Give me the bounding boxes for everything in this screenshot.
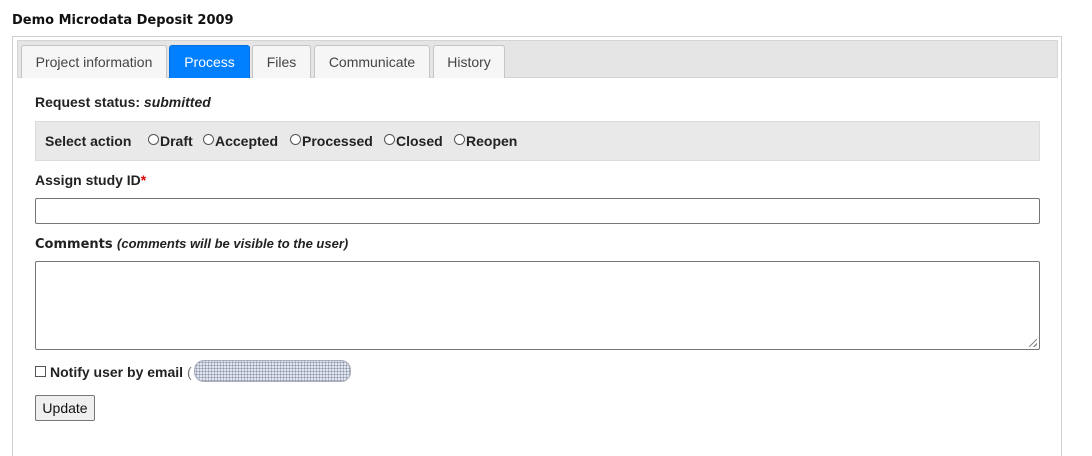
radio-button-icon[interactable] (384, 134, 395, 145)
radio-label: Accepted (215, 133, 279, 149)
study-id-input[interactable] (35, 198, 1040, 224)
update-button[interactable]: Update (35, 395, 95, 421)
select-action-label: Select action (45, 133, 132, 149)
tab-project-information[interactable]: Project information (21, 45, 167, 78)
radio-button-icon[interactable] (203, 134, 214, 145)
radio-label: Draft (160, 133, 193, 149)
process-panel: Project information Process Files Commun… (12, 36, 1062, 456)
radio-draft[interactable]: Draft (148, 133, 193, 149)
radio-button-icon[interactable] (290, 134, 301, 145)
radio-closed[interactable]: Closed (384, 133, 443, 149)
tab-history[interactable]: History (433, 45, 505, 78)
page-title: Demo Microdata Deposit 2009 (12, 13, 234, 28)
comments-note: (comments will be visible to the user) (117, 236, 349, 251)
assign-study-id-label: Assign study ID* (35, 172, 146, 188)
tab-files[interactable]: Files (252, 45, 311, 78)
tab-process[interactable]: Process (169, 45, 250, 78)
notify-label: Notify user by email (50, 364, 184, 380)
tab-bar: Project information Process Files Commun… (17, 40, 1058, 78)
radio-label: Closed (396, 133, 443, 149)
request-status-value: submitted (143, 94, 211, 110)
required-marker: * (140, 172, 147, 188)
notify-user-row: Notify user by email ( (35, 360, 351, 382)
radio-button-icon[interactable] (454, 134, 465, 145)
assign-study-id-text: Assign study ID (35, 172, 141, 188)
notify-open-paren: ( (186, 364, 192, 380)
radio-reopen[interactable]: Reopen (454, 133, 517, 149)
request-status: Request status: submitted (35, 94, 211, 110)
resize-handle-icon[interactable] (1029, 339, 1037, 347)
comments-label: Comments (comments will be visible to th… (35, 235, 348, 253)
comments-textarea[interactable] (35, 261, 1040, 350)
select-action-bar: Select action Draft Accepted Processed C… (35, 121, 1040, 161)
tab-communicate[interactable]: Communicate (314, 45, 430, 78)
comments-title: Comments (35, 237, 113, 252)
request-status-label: Request status: (35, 94, 141, 110)
radio-processed[interactable]: Processed (290, 133, 373, 149)
radio-label: Processed (302, 133, 373, 149)
notify-checkbox[interactable] (35, 366, 46, 377)
radio-accepted[interactable]: Accepted (203, 133, 278, 149)
radio-button-icon[interactable] (148, 134, 159, 145)
redacted-email (193, 360, 351, 382)
radio-label: Reopen (466, 133, 518, 149)
